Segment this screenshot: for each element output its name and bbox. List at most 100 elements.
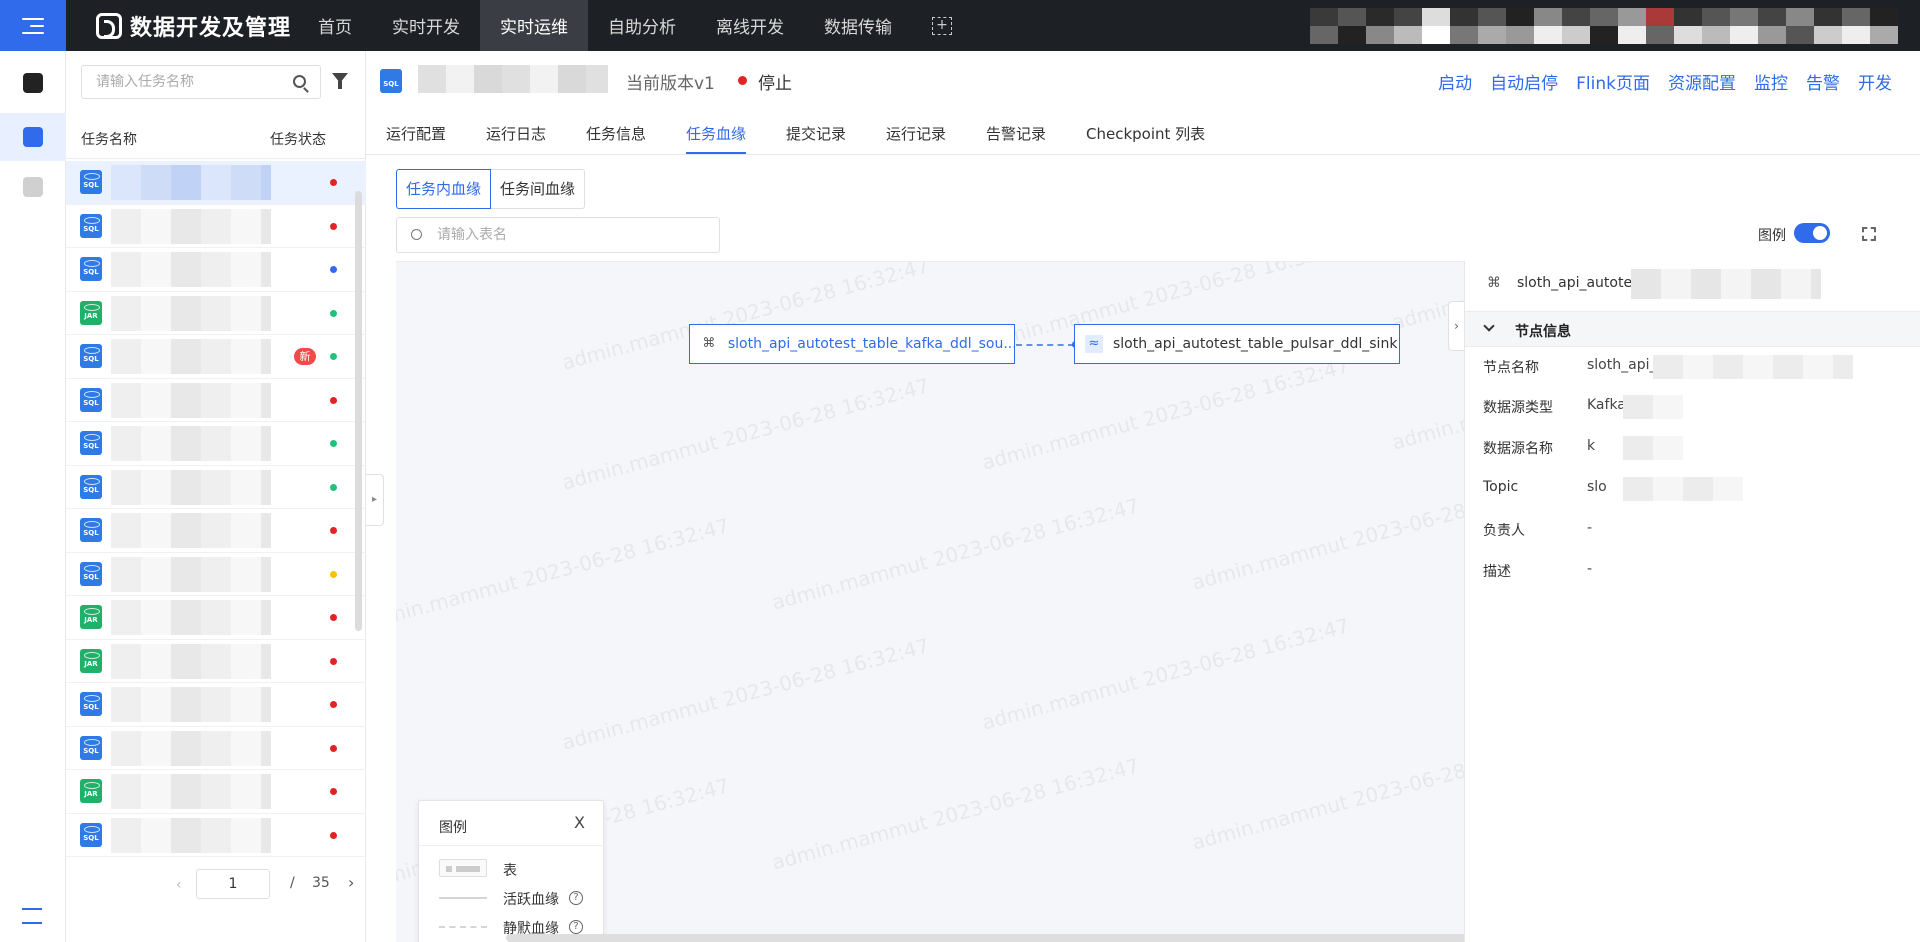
sql-task-icon: SQL: [80, 822, 102, 847]
task-name-redacted: [111, 643, 271, 679]
seg-inner-lineage[interactable]: 任务内血缘: [396, 169, 492, 209]
resource-config-button[interactable]: 资源配置: [1668, 69, 1736, 94]
jar-task-icon: JAR: [80, 648, 102, 673]
user-area-redacted: [1310, 8, 1898, 44]
status-dot-icon: [330, 788, 337, 795]
help-icon[interactable]: ?: [569, 920, 583, 934]
sql-task-icon: SQL: [80, 735, 102, 760]
lineage-node-source[interactable]: ⌘ sloth_api_autotest_table_kafka_ddl_sou…: [689, 324, 1015, 364]
nav-item-offline-dev[interactable]: 离线开发: [696, 0, 804, 51]
task-name-redacted: [111, 774, 271, 809]
task-name-redacted: [111, 252, 271, 287]
search-icon: [411, 229, 422, 240]
table-search-placeholder: 请输入表名: [437, 227, 507, 243]
task-row[interactable]: SQL: [66, 683, 366, 727]
task-search-input[interactable]: 请输入任务名称: [81, 65, 321, 99]
start-button[interactable]: 启动: [1438, 69, 1472, 94]
sink-node-icon: ≈: [1085, 335, 1103, 353]
rail-item-tasks[interactable]: [0, 113, 66, 161]
collapse-menu-icon[interactable]: [22, 908, 42, 924]
filter-icon[interactable]: [332, 73, 348, 89]
main-content: SQL 当前版本v1 停止 启动 自动启停 Flink页面 资源配置 监控 告警…: [366, 51, 1920, 942]
tab-task-lineage[interactable]: 任务血缘: [686, 123, 746, 144]
lineage-canvas[interactable]: admin.mammut 2023-06-28 16:32:47 admin.m…: [396, 261, 1556, 942]
nav-item-home[interactable]: 首页: [298, 0, 372, 51]
task-row[interactable]: SQL: [66, 422, 366, 466]
close-icon[interactable]: X: [574, 813, 585, 832]
app-brand[interactable]: 数据开发及管理: [66, 0, 298, 51]
col-task-status: 任务状态: [270, 132, 326, 148]
status-dot-icon: [330, 831, 337, 839]
next-page-button[interactable]: ›: [348, 873, 354, 892]
tab-checkpoint-list[interactable]: Checkpoint 列表: [1086, 123, 1205, 144]
task-row[interactable]: SQL: [66, 379, 366, 422]
node-info-row: 描述 -: [1483, 561, 1903, 583]
lineage-edge: [1016, 344, 1074, 346]
app-logo-icon: [96, 12, 122, 39]
watermark: admin.mammut 2023-06-28 16:32:47: [769, 753, 1142, 875]
task-search-placeholder: 请输入任务名称: [96, 74, 194, 90]
nav-item-realtime-ops[interactable]: 实时运维: [480, 0, 588, 51]
auto-start-stop-button[interactable]: 自动启停: [1490, 69, 1558, 94]
menu-toggle-button[interactable]: [0, 0, 66, 51]
task-row[interactable]: SQL: [66, 553, 366, 596]
tab-alert-records[interactable]: 告警记录: [986, 123, 1046, 144]
help-icon[interactable]: ?: [569, 891, 583, 905]
lineage-node-sink[interactable]: ≈ sloth_api_autotest_table_pulsar_ddl_si…: [1074, 324, 1400, 364]
status-dot-icon: [330, 440, 337, 447]
monitor-button[interactable]: 监控: [1754, 69, 1788, 94]
task-row[interactable]: JAR: [66, 770, 366, 814]
fullscreen-icon[interactable]: [1862, 227, 1876, 241]
tab-run-log[interactable]: 运行日志: [486, 123, 546, 144]
status-dot-icon: [330, 657, 337, 665]
task-row[interactable]: SQL: [66, 727, 366, 770]
task-row[interactable]: SQL: [66, 205, 366, 248]
task-row[interactable]: SQL: [66, 466, 366, 509]
node-info-section-header[interactable]: 节点信息: [1465, 311, 1920, 347]
task-row[interactable]: JAR: [66, 292, 366, 335]
task-row[interactable]: JAR: [66, 640, 366, 683]
task-row[interactable]: SQL 新: [66, 335, 366, 379]
rail-item-settings[interactable]: [0, 59, 66, 107]
value-redacted: [1653, 355, 1853, 379]
source-node-label: sloth_api_autotest_table_kafka_ddl_sou..…: [727, 336, 1014, 352]
nav-item-data-transfer[interactable]: 数据传输: [804, 0, 912, 51]
tab-task-info[interactable]: 任务信息: [586, 123, 646, 144]
flink-page-button[interactable]: Flink页面: [1576, 69, 1650, 94]
task-row[interactable]: SQL: [66, 161, 366, 205]
task-row[interactable]: SQL: [66, 248, 366, 292]
sql-task-icon: SQL: [80, 257, 102, 281]
task-row[interactable]: SQL: [66, 509, 366, 553]
nav-item-self-analysis[interactable]: 自助分析: [588, 0, 696, 51]
task-row[interactable]: JAR: [66, 596, 366, 640]
task-name-redacted: [111, 295, 271, 331]
legend-title: 图例: [439, 820, 467, 836]
status-dot-icon: [330, 222, 337, 230]
tab-submit-records[interactable]: 提交记录: [786, 123, 846, 144]
watermark: admin.mammut 2023-06-28 16:32:47: [559, 373, 932, 495]
canvas-hscrollbar[interactable]: [506, 934, 1556, 942]
tab-run-records[interactable]: 运行记录: [886, 123, 946, 144]
alert-button[interactable]: 告警: [1806, 69, 1840, 94]
app-title: 数据开发及管理: [130, 15, 292, 41]
seg-between-lineage[interactable]: 任务间血缘: [491, 169, 586, 209]
tab-run-config[interactable]: 运行配置: [386, 123, 446, 144]
rail-item-monitor[interactable]: [0, 163, 66, 211]
page-number-input[interactable]: 1: [196, 869, 270, 899]
nav-item-realtime-dev[interactable]: 实时开发: [372, 0, 480, 51]
prev-page-button[interactable]: ‹: [176, 877, 182, 893]
status-dot-icon: [330, 179, 337, 186]
task-row[interactable]: SQL: [66, 814, 366, 857]
node-info-key: 负责人: [1483, 523, 1525, 539]
task-list-scrollbar[interactable]: [355, 191, 362, 631]
status-dot-icon: [330, 744, 337, 752]
search-icon[interactable]: [293, 75, 306, 88]
develop-button[interactable]: 开发: [1858, 69, 1892, 94]
task-list-header: 任务名称 任务状态: [66, 115, 366, 159]
info-panel-collapse-handle[interactable]: ›: [1448, 301, 1464, 351]
legend-toggle-switch[interactable]: [1794, 223, 1830, 243]
task-name-redacted: [111, 339, 271, 374]
status-dot-icon: [330, 396, 337, 404]
nav-add-button[interactable]: +: [912, 0, 972, 51]
table-search-input[interactable]: 请输入表名: [396, 217, 720, 253]
